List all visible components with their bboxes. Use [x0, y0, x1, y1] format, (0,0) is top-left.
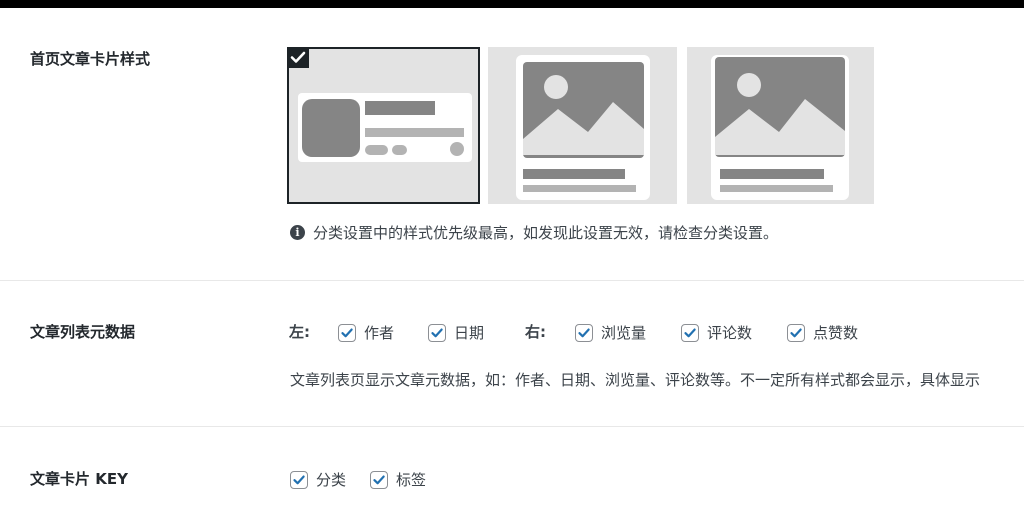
checkbox-box[interactable]: [575, 323, 593, 342]
checkmark-icon: [790, 328, 802, 337]
checkbox-comments[interactable]: 评论数: [681, 322, 752, 343]
card-style-notice: i 分类设置中的样式优先级最高，如发现此设置无效，请检查分类设置。: [290, 222, 778, 243]
selected-check-icon: [287, 47, 309, 68]
checkbox-author[interactable]: 作者: [338, 322, 394, 343]
section-divider: [0, 280, 1024, 281]
checkmark-icon: [578, 328, 590, 337]
card-style-option-image-b[interactable]: [687, 47, 874, 204]
checkmark-icon: [293, 475, 305, 484]
list-card-preview-icon: [289, 49, 478, 202]
checkbox-views[interactable]: 浏览量: [575, 322, 646, 343]
card-style-option-image-a[interactable]: [488, 47, 677, 204]
card-style-option-list[interactable]: [287, 47, 480, 204]
checkbox-label: 分类: [316, 471, 347, 489]
checkbox-date[interactable]: 日期: [428, 322, 484, 343]
checkmark-icon: [373, 475, 385, 484]
checkbox-box[interactable]: [681, 323, 699, 342]
meta-data-label: 文章列表元数据: [30, 323, 136, 341]
image-card-preview-icon: [488, 47, 677, 204]
section-divider: [0, 426, 1024, 427]
checkmark-icon: [684, 328, 696, 337]
card-key-label: 文章卡片 KEY: [30, 470, 128, 488]
card-style-label: 首页文章卡片样式: [30, 50, 151, 68]
checkbox-box[interactable]: [290, 470, 308, 489]
checkbox-box[interactable]: [370, 470, 388, 489]
left-side-label: 左:: [289, 323, 310, 341]
checkbox-box[interactable]: [787, 323, 805, 342]
checkbox-label: 作者: [364, 324, 395, 342]
checkmark-icon: [341, 328, 353, 337]
card-style-notice-text: 分类设置中的样式优先级最高，如发现此设置无效，请检查分类设置。: [313, 224, 779, 242]
checkbox-label: 日期: [454, 324, 485, 342]
checkbox-category[interactable]: 分类: [290, 469, 346, 490]
checkbox-label: 评论数: [707, 324, 753, 342]
checkbox-label: 浏览量: [601, 324, 647, 342]
info-icon: i: [290, 225, 305, 240]
checkbox-label: 点赞数: [813, 324, 859, 342]
checkmark-icon: [431, 328, 443, 337]
checkbox-box[interactable]: [338, 323, 356, 342]
checkbox-tags[interactable]: 标签: [370, 469, 426, 490]
right-side-label: 右:: [525, 323, 546, 341]
checkbox-box[interactable]: [428, 323, 446, 342]
checkbox-likes[interactable]: 点赞数: [787, 322, 858, 343]
top-bar: [0, 0, 1024, 8]
checkbox-label: 标签: [396, 471, 427, 489]
image-card-preview-icon: [687, 47, 874, 204]
meta-data-description: 文章列表页显示文章元数据，如：作者、日期、浏览量、评论数等。不一定所有样式都会显…: [290, 371, 981, 389]
